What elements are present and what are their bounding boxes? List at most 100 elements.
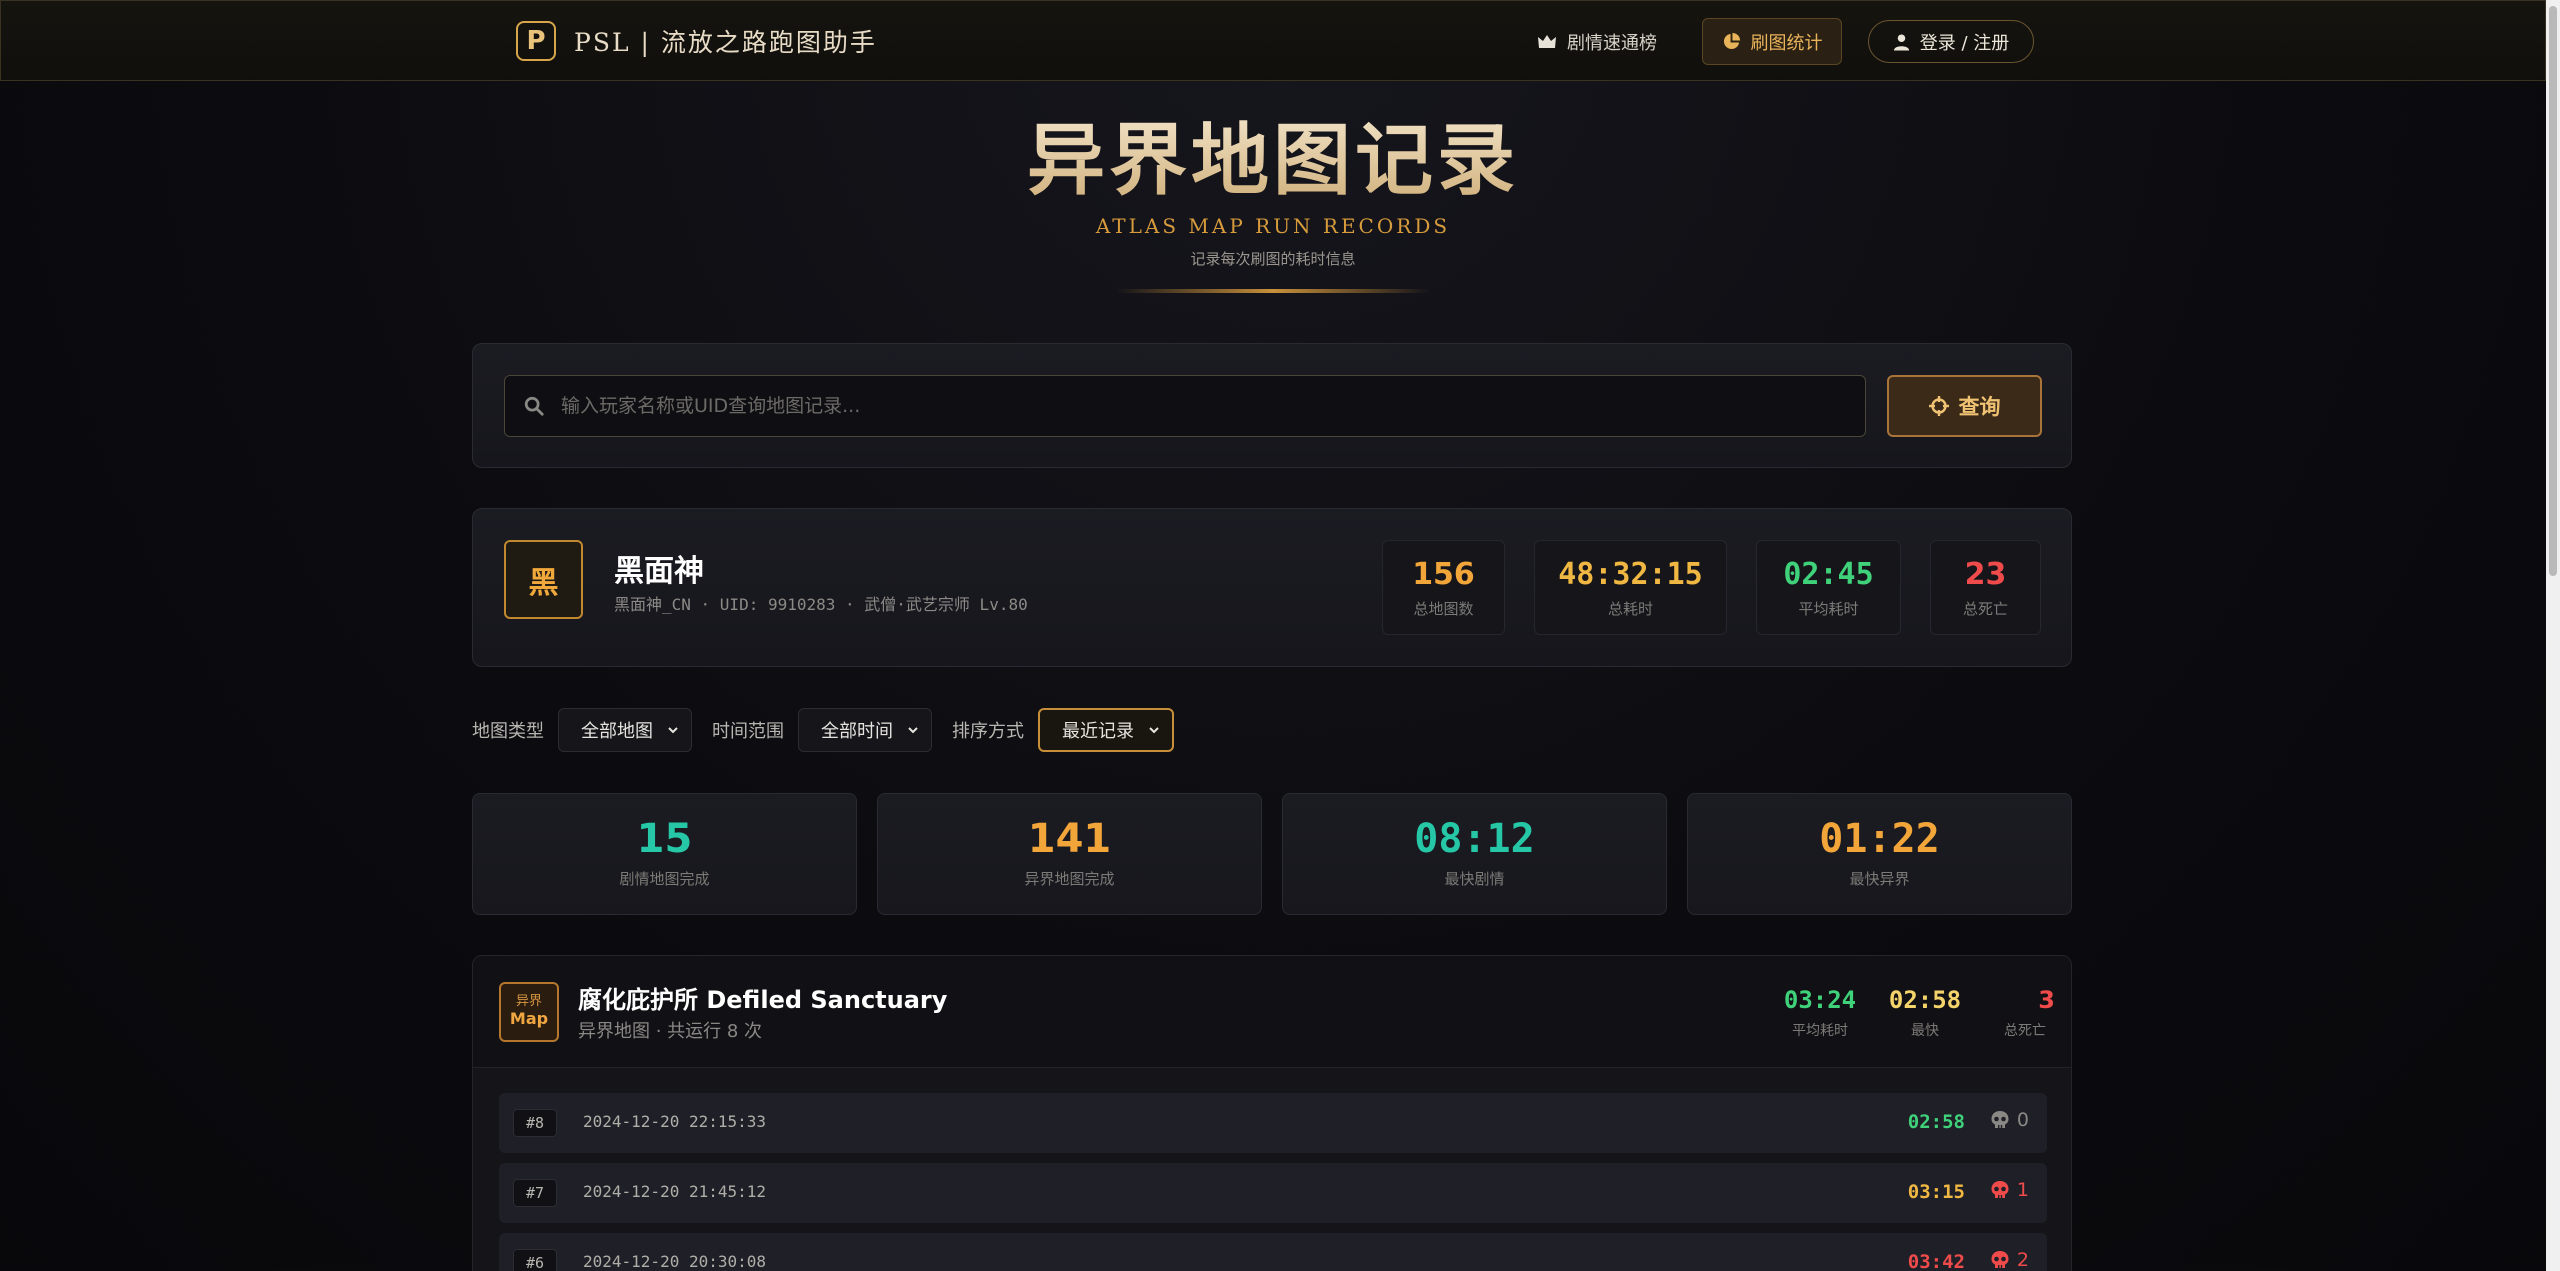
run-death-count: 0 [2016, 1109, 2029, 1131]
player-stat-label: 总耗时 [1607, 600, 1653, 618]
run-deaths: 2 [1989, 1249, 2029, 1271]
summary-card-atlas-maps: 141 异界地图完成 [877, 793, 1262, 915]
run-death-count: 1 [2016, 1179, 2029, 1201]
nav-map-stats[interactable]: 刷图统计 [1702, 18, 1842, 65]
brand[interactable]: P PSL | 流放之路跑图助手 [516, 21, 877, 61]
map-stat-value: 3 [2038, 986, 2055, 1014]
filter-label-time-range: 时间范围 [712, 721, 784, 742]
map-subtitle: 异界地图 · 共运行 8 次 [578, 1021, 763, 1042]
player-meta: 黑面神_CN · UID: 9910283 · 武僧·武艺宗师 Lv.80 [614, 595, 1028, 614]
run-row[interactable]: #8 2024-12-20 22:15:33 02:58 0 [499, 1093, 2047, 1153]
brand-title: PSL | 流放之路跑图助手 [574, 28, 877, 57]
player-stat-value: 23 [1964, 557, 2007, 592]
time-range-select[interactable]: 全部时间 [798, 708, 932, 752]
map-stat-label: 平均耗时 [1792, 1023, 1848, 1039]
search-panel: 查询 [472, 343, 2072, 468]
player-stat-total-deaths: 23 总死亡 [1930, 540, 2041, 635]
map-stat-value: 03:24 [1783, 986, 1857, 1014]
search-icon [524, 396, 544, 416]
summary-card-story-maps: 15 剧情地图完成 [472, 793, 857, 915]
run-index: #6 [513, 1249, 558, 1271]
map-record-header[interactable]: 异界 Map 腐化庇护所 Defiled Sanctuary 异界地图 · 共运… [473, 956, 2071, 1068]
player-stat-value: 48:32:15 [1558, 557, 1703, 592]
map-type-select[interactable]: 全部地图 [558, 708, 692, 752]
scrollbar[interactable] [2546, 0, 2560, 1271]
scrollbar-thumb[interactable] [2549, 6, 2557, 576]
crown-icon [1538, 35, 1556, 48]
chevron-down-icon [1149, 727, 1159, 734]
run-date: 2024-12-20 20:30:08 [583, 1252, 767, 1271]
run-deaths: 0 [1989, 1109, 2029, 1131]
map-stat-fastest: 02:58 最快 [1885, 986, 1965, 1040]
player-stat-avg-time: 02:45 平均耗时 [1756, 540, 1901, 635]
player-stat-total-maps: 156 总地图数 [1382, 540, 1505, 635]
search-box[interactable] [504, 375, 1866, 437]
run-death-count: 2 [2016, 1249, 2029, 1271]
avatar: 黑 [504, 540, 583, 619]
map-record-section: 异界 Map 腐化庇护所 Defiled Sanctuary 异界地图 · 共运… [472, 955, 2072, 1271]
map-stat-label: 最快 [1911, 1023, 1939, 1039]
summary-value: 141 [1027, 816, 1112, 862]
map-stat-avg-time: 03:24 平均耗时 [1780, 986, 1860, 1040]
page-subtitle-cn: 记录每次刷图的耗时信息 [1190, 250, 1356, 268]
summary-card-fastest-story: 08:12 最快剧情 [1282, 793, 1667, 915]
query-button-label: 查询 [1958, 395, 2001, 419]
skull-icon [1991, 1181, 2009, 1198]
run-date: 2024-12-20 21:45:12 [583, 1182, 767, 1201]
brand-logo-icon: P [516, 21, 556, 61]
filter-label-map-type: 地图类型 [472, 721, 544, 742]
run-deaths: 1 [1989, 1179, 2029, 1201]
filter-label-sort: 排序方式 [952, 721, 1024, 742]
player-stat-label: 总地图数 [1413, 600, 1474, 618]
player-name: 黑面神 [614, 554, 704, 589]
map-stat-deaths: 3 总死亡 [1995, 986, 2055, 1040]
page-title: 异界地图记录 [0, 98, 2546, 210]
summary-label: 最快剧情 [1444, 870, 1505, 888]
page-subtitle-en: ATLAS MAP RUN RECORDS [1095, 214, 1451, 238]
summary-value: 15 [636, 816, 693, 862]
sort-select-value: 最近记录 [1062, 721, 1134, 742]
summary-value: 01:22 [1819, 816, 1940, 862]
sort-select[interactable]: 最近记录 [1038, 708, 1174, 752]
user-icon [1893, 33, 1909, 50]
run-index: #8 [513, 1109, 558, 1137]
title-divider [1116, 289, 1430, 293]
chevron-down-icon [668, 727, 678, 734]
run-row[interactable]: #6 2024-12-20 20:30:08 03:42 2 [499, 1233, 2047, 1271]
crosshair-icon [1928, 396, 1949, 416]
summary-label: 剧情地图完成 [619, 870, 710, 888]
map-name: 腐化庇护所 Defiled Sanctuary [578, 986, 948, 1014]
query-button[interactable]: 查询 [1887, 375, 2042, 437]
pie-chart-icon [1723, 32, 1740, 50]
skull-icon [1991, 1251, 2009, 1268]
filter-bar: 地图类型 全部地图 时间范围 全部时间 排序方式 最近记录 [472, 707, 1194, 753]
summary-label: 最快异界 [1849, 870, 1910, 888]
map-stat-value: 02:58 [1888, 986, 1962, 1014]
login-register-button[interactable]: 登录 / 注册 [1868, 20, 2034, 63]
nav-map-stats-label: 刷图统计 [1750, 32, 1823, 54]
top-nav-bar: P PSL | 流放之路跑图助手 剧情速通榜 刷图统计 登录 / 注册 [0, 0, 2546, 81]
player-stat-label: 平均耗时 [1798, 600, 1859, 618]
summary-card-fastest-atlas: 01:22 最快异界 [1687, 793, 2072, 915]
search-input[interactable] [561, 395, 1865, 417]
nav-story-speedrun-rank[interactable]: 剧情速通榜 [1537, 23, 1657, 61]
map-type-select-value: 全部地图 [581, 721, 653, 742]
player-stat-label: 总死亡 [1962, 600, 2008, 618]
run-time: 03:15 [1907, 1181, 1965, 1203]
map-type-badge: 异界 Map [499, 982, 559, 1042]
nav-story-speedrun-label: 剧情速通榜 [1567, 33, 1657, 54]
time-range-select-value: 全部时间 [821, 721, 893, 742]
player-stat-total-time: 48:32:15 总耗时 [1534, 540, 1727, 635]
map-badge-top: 异界 [515, 994, 542, 1010]
run-date: 2024-12-20 22:15:33 [583, 1112, 767, 1131]
run-row[interactable]: #7 2024-12-20 21:45:12 03:15 1 [499, 1163, 2047, 1223]
skull-icon [1991, 1111, 2009, 1128]
run-index: #7 [513, 1179, 558, 1207]
map-stat-label: 总死亡 [2004, 1023, 2046, 1039]
summary-value: 08:12 [1414, 816, 1535, 862]
map-badge-bottom: Map [509, 1009, 549, 1029]
summary-label: 异界地图完成 [1024, 870, 1115, 888]
chevron-down-icon [908, 727, 918, 734]
run-time: 03:42 [1907, 1251, 1965, 1271]
login-register-label: 登录 / 注册 [1919, 32, 2010, 54]
